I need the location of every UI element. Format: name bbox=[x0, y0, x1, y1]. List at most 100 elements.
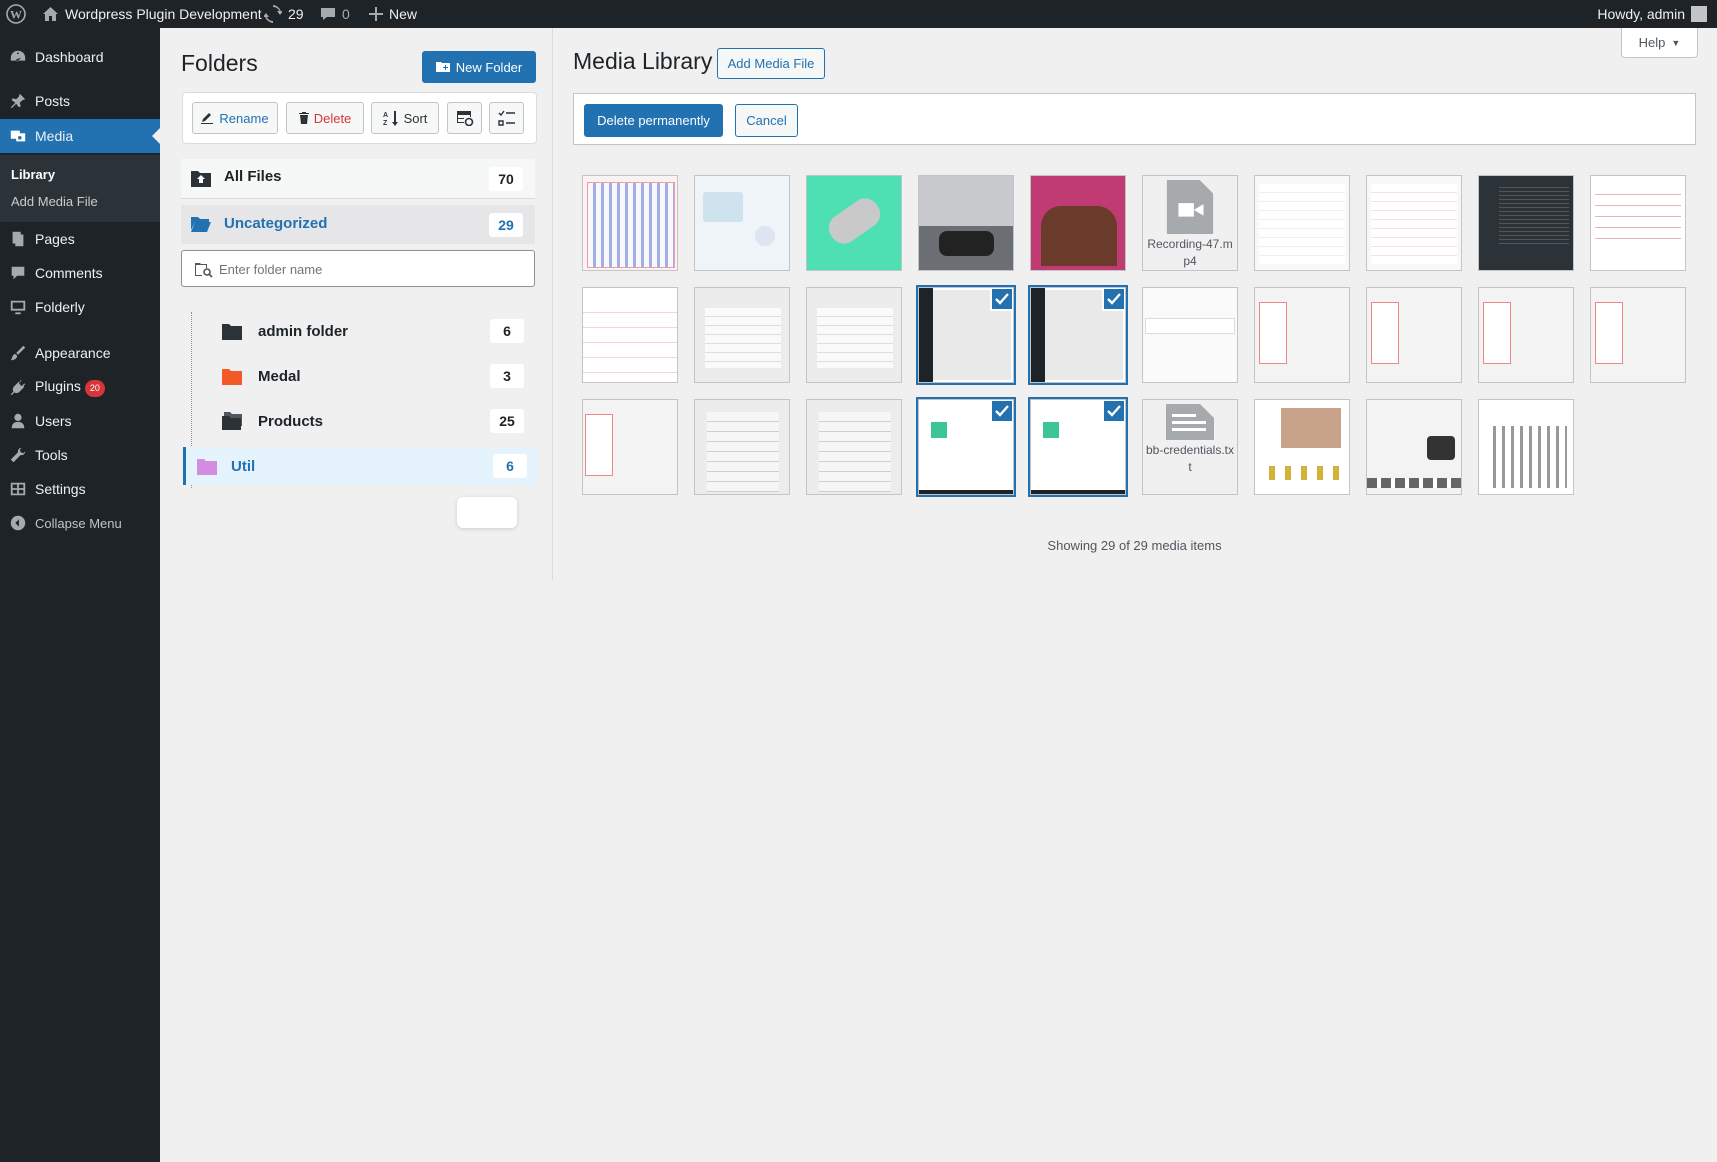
collapse-menu-button[interactable]: Collapse Menu bbox=[0, 506, 160, 540]
uncategorized-row[interactable]: Uncategorized 29 bbox=[181, 205, 535, 244]
menu-folderly[interactable]: Folderly bbox=[0, 290, 160, 324]
thumbnail-image bbox=[919, 176, 1013, 226]
media-item-recording[interactable]: Recording-47.mp4 bbox=[1142, 175, 1238, 271]
bulk-actions-toolbar: Delete permanently Cancel bbox=[573, 93, 1696, 145]
tree-item-util[interactable]: Util 6 bbox=[183, 447, 538, 485]
site-name: Wordpress Plugin Development bbox=[65, 6, 262, 22]
menu-users[interactable]: Users bbox=[0, 404, 160, 438]
uncategorized-label: Uncategorized bbox=[224, 215, 328, 232]
menu-comments[interactable]: Comments bbox=[0, 256, 160, 290]
media-item[interactable] bbox=[1366, 399, 1462, 495]
media-item-credentials[interactable]: bb-credentials.txt bbox=[1142, 399, 1238, 495]
media-item[interactable] bbox=[1254, 287, 1350, 383]
bulk-select-button[interactable] bbox=[489, 102, 524, 134]
thumbnail-image bbox=[1483, 302, 1511, 364]
media-item[interactable] bbox=[1478, 287, 1574, 383]
home-folder-icon bbox=[191, 171, 211, 187]
media-item-selected[interactable] bbox=[918, 287, 1014, 383]
uncategorized-count: 29 bbox=[489, 213, 523, 237]
media-item[interactable] bbox=[1366, 287, 1462, 383]
tree-item-products[interactable]: Products 25 bbox=[183, 401, 535, 441]
sort-button[interactable]: AZ Sort bbox=[371, 102, 439, 134]
media-item-selected[interactable] bbox=[918, 399, 1014, 495]
menu-plugins[interactable]: Plugins 20 bbox=[0, 370, 160, 404]
media-item[interactable] bbox=[1254, 175, 1350, 271]
plugins-label: Plugins bbox=[35, 377, 81, 394]
site-name-link[interactable]: Wordpress Plugin Development bbox=[42, 0, 262, 28]
media-item[interactable] bbox=[1478, 399, 1574, 495]
media-item[interactable] bbox=[806, 399, 902, 495]
howdy-text: Howdy, admin bbox=[1597, 6, 1685, 22]
new-folder-button[interactable]: New Folder bbox=[422, 51, 536, 83]
comments-link[interactable]: 0 bbox=[320, 0, 350, 28]
media-item[interactable] bbox=[1030, 175, 1126, 271]
menu-posts[interactable]: Posts bbox=[0, 84, 160, 118]
folder-icon bbox=[222, 324, 242, 340]
tree-item-medal[interactable]: Medal 3 bbox=[183, 356, 535, 396]
media-item-selected[interactable] bbox=[1030, 399, 1126, 495]
media-item[interactable] bbox=[582, 399, 678, 495]
all-files-row[interactable]: All Files 70 bbox=[181, 159, 535, 199]
thumbnail-image bbox=[1595, 302, 1623, 364]
cancel-button[interactable]: Cancel bbox=[735, 104, 798, 137]
menu-settings[interactable]: Settings bbox=[0, 472, 160, 506]
media-count-text: Showing 29 of 29 media items bbox=[1047, 538, 1222, 553]
media-item[interactable] bbox=[1590, 287, 1686, 383]
menu-appearance[interactable]: Appearance bbox=[0, 336, 160, 370]
media-item[interactable] bbox=[1254, 399, 1350, 495]
thumbnail-image bbox=[1371, 184, 1457, 264]
tree-item-label: Medal bbox=[258, 367, 301, 385]
tree-item-label: admin folder bbox=[258, 322, 349, 340]
media-item-selected[interactable] bbox=[1030, 287, 1126, 383]
my-account-link[interactable]: Howdy, admin bbox=[1597, 0, 1707, 28]
folder-plus-icon bbox=[435, 62, 450, 72]
folder-settings-button[interactable] bbox=[447, 102, 482, 134]
media-item[interactable] bbox=[918, 175, 1014, 271]
delete-button[interactable]: Delete bbox=[286, 102, 364, 134]
thumbnail-image bbox=[1041, 206, 1117, 266]
settings-icon bbox=[8, 479, 28, 499]
media-item[interactable] bbox=[694, 287, 790, 383]
add-media-file-button[interactable]: Add Media File bbox=[717, 48, 825, 79]
media-item[interactable] bbox=[582, 287, 678, 383]
media-item[interactable] bbox=[1366, 175, 1462, 271]
checkmark-icon[interactable] bbox=[990, 400, 1013, 423]
tree-item-count: 25 bbox=[490, 409, 524, 433]
media-item[interactable] bbox=[1590, 175, 1686, 271]
new-label: New bbox=[389, 6, 418, 22]
help-tab-button[interactable]: Help ▼ bbox=[1621, 28, 1698, 58]
tree-item-admin-folder[interactable]: admin folder 6 bbox=[183, 311, 535, 351]
checkmark-icon[interactable] bbox=[1102, 400, 1125, 423]
admin-bar: W Wordpress Plugin Development 29 0 New … bbox=[0, 0, 1717, 28]
updates-link[interactable]: 29 bbox=[264, 0, 304, 28]
media-item[interactable] bbox=[1142, 287, 1238, 383]
submenu-library[interactable]: Library bbox=[11, 167, 55, 182]
credentials-filename: bb-credentials.txt bbox=[1145, 443, 1235, 474]
media-item[interactable] bbox=[694, 175, 790, 271]
media-item[interactable] bbox=[1478, 175, 1574, 271]
thumbnail-image bbox=[817, 308, 893, 368]
submenu-add-media-file[interactable]: Add Media File bbox=[11, 194, 98, 209]
delete-permanently-button[interactable]: Delete permanently bbox=[584, 104, 723, 137]
media-item[interactable] bbox=[806, 287, 902, 383]
checkmark-icon[interactable] bbox=[990, 288, 1013, 311]
media-submenu: Library Add Media File bbox=[0, 155, 160, 222]
menu-tools[interactable]: Tools bbox=[0, 438, 160, 472]
thumbnail-strip bbox=[1259, 466, 1345, 480]
menu-pages[interactable]: Pages bbox=[0, 222, 160, 256]
resize-handle[interactable] bbox=[457, 497, 517, 528]
menu-media[interactable]: Media bbox=[0, 119, 160, 153]
rename-button[interactable]: Rename bbox=[192, 102, 278, 134]
media-icon bbox=[8, 126, 28, 146]
folder-search-icon bbox=[195, 263, 213, 278]
folder-search-input[interactable] bbox=[217, 256, 521, 282]
wordpress-logo-icon[interactable]: W bbox=[6, 0, 26, 28]
checkmark-icon[interactable] bbox=[1102, 288, 1125, 311]
new-content-link[interactable]: New bbox=[369, 0, 417, 28]
media-item[interactable] bbox=[582, 175, 678, 271]
media-item[interactable] bbox=[694, 399, 790, 495]
media-item[interactable] bbox=[806, 175, 902, 271]
menu-dashboard[interactable]: Dashboard bbox=[0, 40, 160, 74]
thumbnail-image bbox=[819, 412, 891, 492]
triangle-down-icon: ▼ bbox=[1671, 37, 1681, 48]
